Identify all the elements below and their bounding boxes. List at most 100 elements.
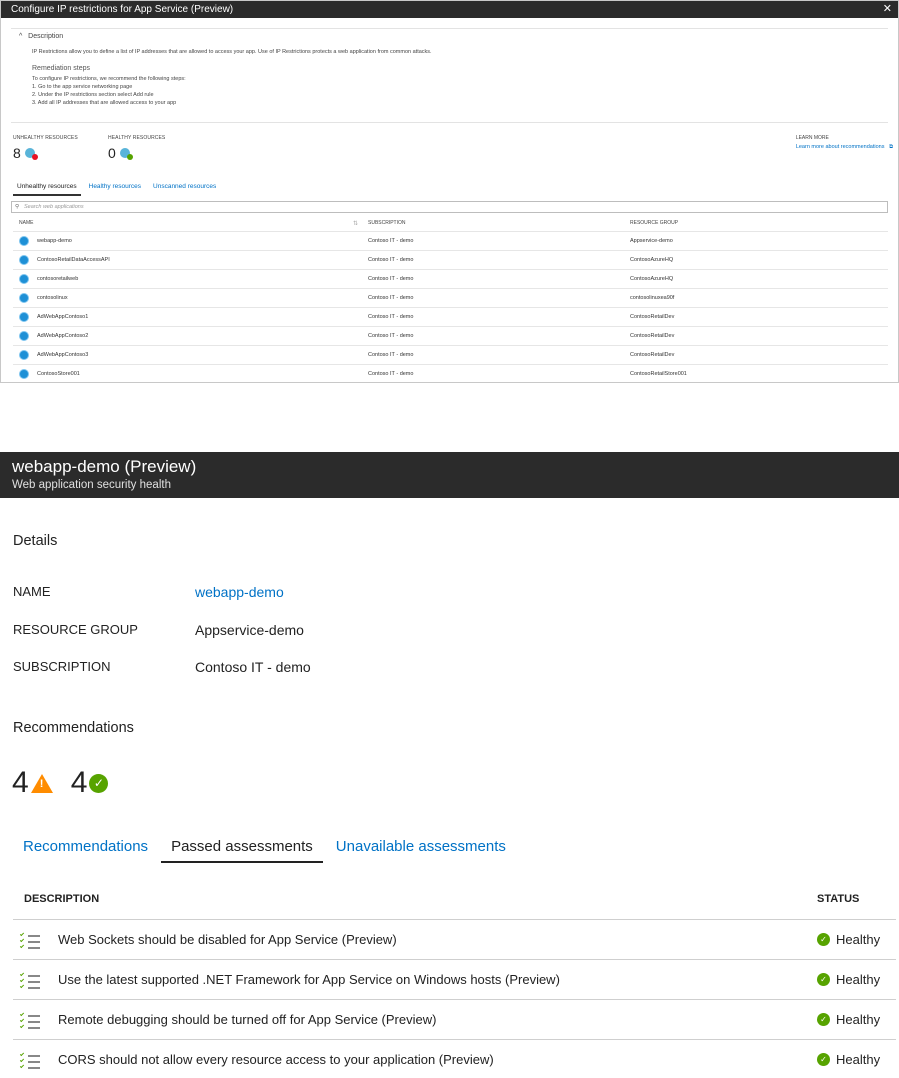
remediation-step: 3. Add all IP addresses that are allowed… (32, 100, 177, 106)
external-link-icon: ⧉ (886, 144, 893, 150)
status-text: Healthy (836, 1012, 881, 1027)
subscription-cell: Contoso IT - demo (368, 314, 414, 320)
unhealthy-count-block: UNHEALTHY RESOURCES 8 (13, 135, 78, 161)
assessment-description: Web Sockets should be disabled for App S… (58, 932, 397, 947)
assessment-row[interactable]: Remote debugging should be turned off fo… (13, 1000, 896, 1040)
column-header-status: STATUS (817, 893, 860, 905)
subscription-cell: Contoso IT - demo (368, 257, 414, 263)
assessment-description: Remote debugging should be turned off fo… (58, 1012, 437, 1027)
learn-more-link[interactable]: Learn more about recommendations ⧉ (796, 144, 893, 151)
resource-name[interactable]: webapp-demo (37, 238, 72, 244)
healthy-resource-icon (119, 148, 133, 160)
check-circle-icon: ✓ (817, 1013, 830, 1026)
resource-name-cell[interactable]: contosolinux (19, 293, 68, 303)
healthy-label: HEALTHY RESOURCES (108, 135, 166, 141)
healthy-count-block: HEALTHY RESOURCES 0 (108, 135, 165, 161)
column-header-subscription[interactable]: SUBSCRIPTION (368, 220, 406, 226)
table-row[interactable]: webapp-demo Contoso IT - demo Appservice-d… (13, 232, 888, 251)
table-row[interactable]: AdWebAppContoso1 Contoso IT - demo Contoso… (13, 308, 888, 327)
learn-more: LEARN MORE Learn more about recommendati… (796, 135, 893, 151)
check-circle-icon: ✓ (817, 1053, 830, 1066)
assessments-table: DESCRIPTION STATUS Web Sockets should be… (13, 882, 896, 1078)
tab-healthy-resources[interactable]: Healthy resources (85, 181, 145, 196)
resource-group-cell: ContosoAzureHQ (630, 276, 674, 282)
column-header-name[interactable]: NAME (19, 220, 33, 226)
name-label: NAME (13, 584, 51, 599)
tab-passed-assessments[interactable]: Passed assessments (161, 836, 323, 863)
resource-name-cell[interactable]: contosoretailweb (19, 274, 78, 284)
search-icon: ⚲ (15, 204, 20, 210)
tab-unavailable-assessments[interactable]: Unavailable assessments (326, 836, 516, 863)
check-circle-icon: ✓ (89, 773, 109, 793)
table-row[interactable]: contosoretailweb Contoso IT - demo Contoso… (13, 270, 888, 289)
subscription-label: SUBSCRIPTION (13, 659, 111, 674)
tab-unscanned-resources[interactable]: Unscanned resources (149, 181, 220, 196)
resource-group-value: Appservice-demo (195, 622, 304, 638)
table-row[interactable]: ContosoRetailDataAccessAPI Contoso IT - d… (13, 251, 888, 270)
recommendation-counts: 4 ! 4 ✓ (12, 766, 109, 800)
warning-triangle-icon: ! (30, 773, 53, 793)
subscription-cell: Contoso IT - demo (368, 371, 414, 377)
resource-name-cell[interactable]: webapp-demo (19, 236, 72, 246)
assessment-status: ✓ Healthy (817, 1052, 880, 1067)
checklist-icon (19, 1051, 41, 1070)
description-text: IP Restrictions allow you to define a li… (32, 49, 432, 55)
learn-more-link-text[interactable]: Learn more about recommendations (796, 144, 885, 150)
assessment-row[interactable]: CORS should not allow every resource acc… (13, 1040, 896, 1078)
assessment-row[interactable]: Web Sockets should be disabled for App S… (13, 920, 896, 960)
resource-group-cell: ContosoRetailDev (630, 352, 675, 358)
remediation-header: Remediation steps (32, 65, 90, 72)
resource-name[interactable]: AdWebAppContoso3 (37, 352, 88, 358)
subscription-cell: Contoso IT - demo (368, 352, 414, 358)
web-app-globe-icon (19, 350, 29, 360)
web-app-globe-icon (19, 331, 29, 341)
table-row[interactable]: AdWebAppContoso3 Contoso IT - demo Contoso… (13, 346, 888, 365)
resource-group-cell: ContosoRetailStore001 (630, 371, 687, 377)
blade-title: webapp-demo (Preview) (12, 457, 197, 476)
resource-group-label: RESOURCE GROUP (13, 622, 138, 637)
tab-recommendations[interactable]: Recommendations (13, 836, 158, 863)
resource-group-cell: contosolinuxea90f (630, 295, 675, 301)
resource-name[interactable]: ContosoRetailDataAccessAPI (37, 257, 110, 263)
table-row[interactable]: AdWebAppContoso2 Contoso IT - demo Contoso… (13, 327, 888, 346)
web-app-globe-icon (19, 369, 29, 379)
resource-name[interactable]: AdWebAppContoso2 (37, 333, 88, 339)
web-app-globe-icon (19, 293, 29, 303)
sort-icon[interactable]: ⇅ (353, 220, 358, 227)
resource-group-cell: Appservice-demo (630, 238, 673, 244)
resource-name[interactable]: contosolinux (37, 295, 68, 301)
resources-table: NAME ⇅ SUBSCRIPTION RESOURCE GROUP webap… (13, 215, 888, 382)
assessment-description: Use the latest supported .NET Framework … (58, 972, 560, 987)
assessment-status: ✓ Healthy (817, 1012, 880, 1027)
status-text: Healthy (836, 1052, 881, 1067)
search-input[interactable]: ⚲ Search web applications (11, 201, 888, 213)
unhealthy-resource-icon (24, 148, 38, 160)
resource-name-cell[interactable]: ContosoStore001 (19, 369, 80, 379)
table-row[interactable]: ContosoStore001 Contoso IT - demo ContosoR… (13, 365, 888, 382)
description-toggle[interactable]: ^ Description (19, 33, 63, 40)
tab-unhealthy-resources[interactable]: Unhealthy resources (13, 181, 81, 196)
subscription-value: Contoso IT - demo (195, 659, 311, 675)
web-app-globe-icon (19, 255, 29, 265)
resource-name[interactable]: ContosoStore001 (37, 371, 80, 377)
resource-name[interactable]: AdWebAppContoso1 (37, 314, 88, 320)
web-app-globe-icon (19, 236, 29, 246)
blade-subtitle: Web application security health (12, 479, 171, 491)
resource-name-cell[interactable]: AdWebAppContoso1 (19, 312, 88, 322)
resource-name-cell[interactable]: AdWebAppContoso3 (19, 350, 88, 360)
ok-count: 4 (70, 766, 88, 799)
remediation-step: 2. Under the IP restrictions section sel… (32, 92, 154, 98)
resource-name[interactable]: contosoretailweb (37, 276, 78, 282)
assessment-status: ✓ Healthy (817, 972, 880, 987)
assessment-row[interactable]: Use the latest supported .NET Framework … (13, 960, 896, 1000)
chevron-up-icon: ^ (19, 33, 23, 40)
name-value-link[interactable]: webapp-demo (195, 584, 284, 600)
assessment-status: ✓ Healthy (817, 932, 880, 947)
close-icon[interactable]: ✕ (883, 1, 892, 18)
subscription-cell: Contoso IT - demo (368, 295, 414, 301)
unhealthy-label: UNHEALTHY RESOURCES (13, 135, 78, 141)
resource-name-cell[interactable]: ContosoRetailDataAccessAPI (19, 255, 110, 265)
table-row[interactable]: contosolinux Contoso IT - demo contosolinu… (13, 289, 888, 308)
column-header-resource-group[interactable]: RESOURCE GROUP (630, 220, 678, 226)
resource-name-cell[interactable]: AdWebAppContoso2 (19, 331, 88, 341)
